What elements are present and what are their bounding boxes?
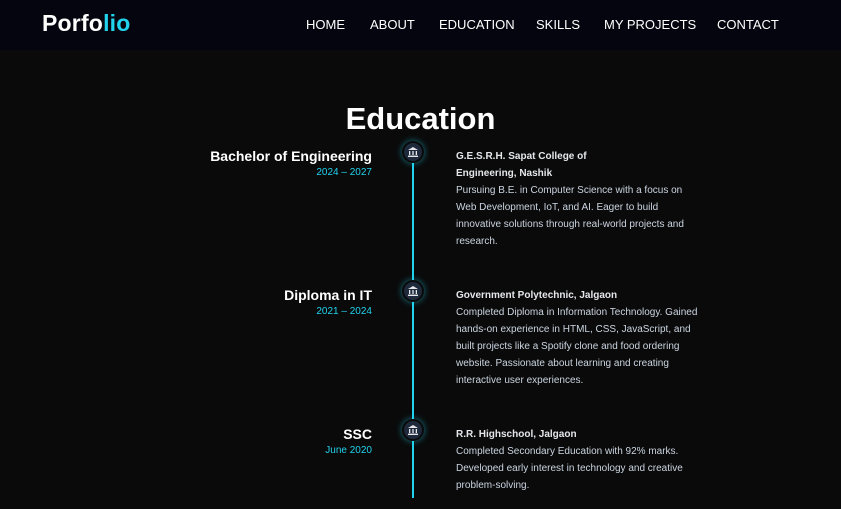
- timeline-item-detail: Government Polytechnic, Jalgaon Complete…: [456, 287, 704, 389]
- university-icon: [404, 143, 422, 161]
- institution-name: G.E.S.R.H. Sapat College of Engineering,…: [456, 151, 587, 179]
- timeline-item-degree: Diploma in IT 2021 – 2024: [284, 287, 372, 317]
- section-title: Education: [345, 100, 496, 136]
- education-description: Completed Diploma in Information Technol…: [456, 307, 698, 386]
- degree-title: Bachelor of Engineering: [210, 148, 372, 164]
- timeline-line: [412, 152, 414, 498]
- timeline-item-detail: R.R. Highschool, Jalgaon Completed Secon…: [456, 426, 704, 494]
- university-icon: [404, 421, 422, 439]
- nav-link-skills[interactable]: SKILLS: [536, 17, 580, 32]
- degree-title: Diploma in IT: [284, 287, 372, 303]
- timeline-item-degree: SSC June 2020: [325, 426, 372, 456]
- navbar: Porfolio HOME ABOUT EDUCATION SKILLS MY …: [0, 0, 841, 50]
- education-description: Completed Secondary Education with 92% m…: [456, 446, 683, 491]
- degree-years: June 2020: [325, 445, 372, 456]
- timeline-item-detail: G.E.S.R.H. Sapat College of Engineering,…: [456, 148, 704, 250]
- nav-link-education[interactable]: EDUCATION: [439, 17, 515, 32]
- nav-link-contact[interactable]: CONTACT: [717, 17, 779, 32]
- degree-years: 2024 – 2027: [316, 167, 372, 178]
- nav-link-my-projects[interactable]: MY PROJECTS: [604, 17, 696, 32]
- degree-years: 2021 – 2024: [316, 306, 372, 317]
- education-description: Pursuing B.E. in Computer Science with a…: [456, 185, 684, 247]
- timeline-item-degree: Bachelor of Engineering 2024 – 2027: [210, 148, 372, 178]
- university-icon: [404, 282, 422, 300]
- institution-name: Government Polytechnic, Jalgaon: [456, 290, 618, 301]
- institution-name: R.R. Highschool, Jalgaon: [456, 429, 577, 440]
- logo-accent: lio: [103, 10, 131, 36]
- degree-title: SSC: [343, 426, 372, 442]
- nav-link-home[interactable]: HOME: [306, 17, 345, 32]
- logo-main: Porfo: [42, 10, 104, 36]
- nav-link-about[interactable]: ABOUT: [370, 17, 415, 32]
- logo[interactable]: Porfolio: [42, 10, 131, 37]
